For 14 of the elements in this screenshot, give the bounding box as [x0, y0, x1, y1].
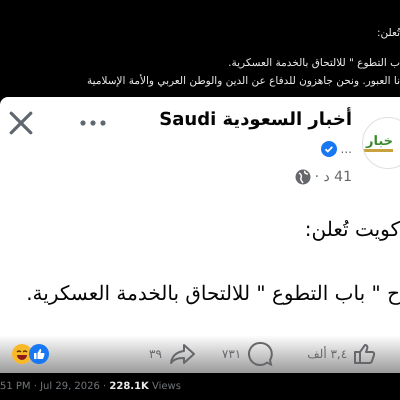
shares-count: ٣٩	[149, 347, 162, 361]
tweet-text: ب التطوع " للالتحاق بالخدمة العسكرية.	[227, 56, 400, 71]
page-name[interactable]: أخبار السعودية Saudi	[159, 107, 352, 133]
tweet-meta: 51 PM · Jul 29, 2026 · 228.1K Views	[0, 381, 182, 392]
tweet-text: نا العبور. ونحن جاهزون للدفاع عن الدين والوطن العربي والأمة الإسلامية	[86, 73, 400, 89]
reactions-count: ٣,٤ ألف	[307, 347, 348, 361]
post-text: كويت تُعلن:	[304, 217, 400, 241]
comments-count: ٧٣١	[222, 347, 242, 361]
post-time: 41 د ·	[314, 169, 352, 185]
tweet-text: تُعلن:	[376, 26, 400, 41]
post-text: ح " باب التطوع " للالتحاق بالخدمة العسكرية.	[25, 281, 400, 305]
more-text: ...	[340, 142, 352, 156]
avatar-logo-text: خبار	[363, 134, 394, 152]
page-avatar[interactable]: خبار	[362, 117, 400, 169]
